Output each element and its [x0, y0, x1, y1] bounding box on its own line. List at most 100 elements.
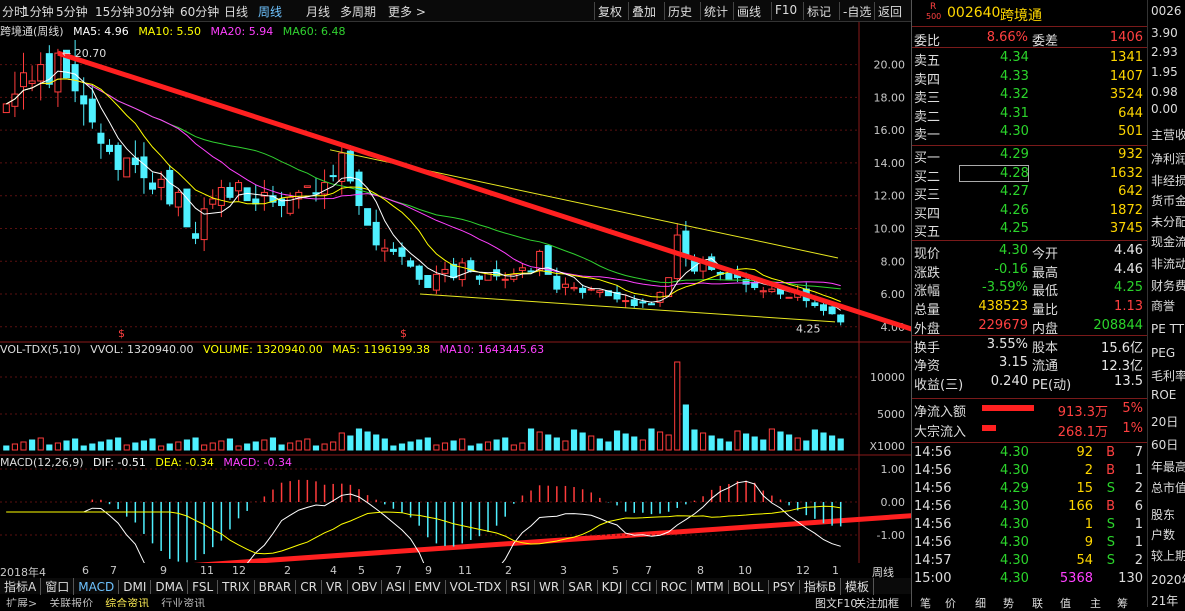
tab-7[interactable]: 周线: [258, 3, 282, 20]
sell-level-row[interactable]: 卖三 4.32 3524: [912, 86, 1148, 106]
bottom-right-tab-7[interactable]: 值: [1060, 595, 1071, 611]
indicator-tab-6[interactable]: TRIX: [218, 580, 255, 594]
bottom-right-tab-6[interactable]: 联: [1032, 595, 1043, 611]
toolbar-tool-3[interactable]: 统计: [704, 3, 728, 20]
sell-level-row[interactable]: 卖二 4.31 644: [912, 105, 1148, 125]
tab-3[interactable]: 15分钟: [95, 3, 134, 20]
indicator-tab-4[interactable]: DMA: [151, 580, 189, 594]
indicator-tab-22[interactable]: PSY: [769, 580, 800, 594]
finance-item: 财务费: [1151, 279, 1185, 293]
indicator-tab-13[interactable]: VOL-TDX: [446, 580, 507, 594]
toolbar-tool-1[interactable]: 叠加: [632, 3, 656, 20]
candle-body: [407, 260, 415, 267]
bottom-right-tab-5[interactable]: 势: [1003, 595, 1014, 611]
toolbar-tool-2[interactable]: 历史: [668, 3, 692, 20]
indicator-tab-0[interactable]: 指标A: [0, 578, 42, 595]
bottom-right-tab-8[interactable]: 主: [1090, 595, 1101, 611]
buy-level-row[interactable]: 买一 4.29 932: [912, 146, 1148, 166]
indicator-tab-18[interactable]: CCI: [627, 580, 657, 594]
indicator-tab-8[interactable]: CR: [296, 580, 322, 594]
volume-bar: [717, 438, 724, 451]
sell-level-row[interactable]: 卖四 4.33 1407: [912, 68, 1148, 88]
tick-price: 4.30: [1000, 553, 1029, 568]
indicator-tab-7[interactable]: BRAR: [255, 580, 297, 594]
tab-5[interactable]: 60分钟: [180, 3, 219, 20]
indicator-tab-16[interactable]: SAR: [564, 580, 598, 594]
buy-level-row[interactable]: 买四 4.26 1872: [912, 202, 1148, 222]
buy-level-row[interactable]: 买二 4.28 1632: [912, 164, 1148, 185]
bottom-right-tab-1[interactable]: 关注加框: [855, 595, 899, 611]
indicator-tab-12[interactable]: EMV: [410, 580, 446, 594]
indicator-tab-15[interactable]: WR: [535, 580, 565, 594]
buy-level-row[interactable]: 买五 4.25 3745: [912, 220, 1148, 240]
time-axis-label: 2: [284, 564, 291, 577]
bottom-right-tab-4[interactable]: 细: [975, 595, 986, 611]
volume-bar: [37, 437, 44, 451]
indicator-tab-1[interactable]: 窗口: [41, 578, 75, 595]
stat-row: 外盘 229679 内盘 208844: [912, 317, 1148, 337]
bottom-right-tab-0[interactable]: 图文F10: [815, 595, 857, 611]
indicator-tab-17[interactable]: KDJ: [598, 580, 628, 594]
volume-bar: [278, 444, 285, 451]
stat-label: 现价: [914, 247, 941, 262]
indicator-tab-3[interactable]: DMI: [119, 580, 152, 594]
toolbar-tool-7[interactable]: -自选: [843, 3, 871, 20]
buy-label: 买二: [914, 169, 941, 185]
indicator-tab-5[interactable]: FSL: [188, 580, 219, 594]
tick-price: 4.30: [1000, 517, 1029, 532]
bottom-right-tab-9[interactable]: 筹: [1117, 595, 1128, 611]
candle-body: [458, 262, 466, 281]
bottom-tab-2[interactable]: 综合资讯: [99, 595, 155, 607]
indicator-tab-21[interactable]: BOLL: [729, 580, 769, 594]
divider: [912, 26, 1148, 27]
bottom-tab-1[interactable]: 关联报价: [43, 595, 99, 607]
tick-side: B: [1106, 445, 1115, 460]
indicator-tab-9[interactable]: VR: [322, 580, 348, 594]
stat-label: 最低: [1032, 284, 1059, 300]
toolbar-tool-4[interactable]: 画线: [737, 3, 761, 20]
kline-chart[interactable]: 20.00 18.00 16.00 14.00 12.00 10.00 8.00 6.00 4.…: [0, 22, 911, 563]
sell-level-row[interactable]: 卖五 4.34 1341: [912, 49, 1148, 69]
buy-level-row[interactable]: 买三 4.27 642: [912, 183, 1148, 203]
tab-4[interactable]: 30分钟: [135, 3, 174, 20]
stock-name: 跨境通: [1000, 8, 1042, 24]
stat-label: 收益(三): [914, 377, 964, 393]
indicator-tab-20[interactable]: MTM: [692, 580, 729, 594]
toolbar-tool-8[interactable]: 返回: [878, 3, 902, 20]
bottom-right-tab-2[interactable]: 笔: [920, 595, 931, 611]
indicator-tab-19[interactable]: ROC: [657, 580, 692, 594]
indicator-tab-14[interactable]: RSI: [507, 580, 536, 594]
bottom-tab-0[interactable]: 扩展>: [0, 595, 43, 607]
buy-price: 4.27: [1000, 184, 1029, 199]
sell-level-row[interactable]: 卖一 4.30 501: [912, 123, 1148, 143]
volume-bar: [235, 445, 242, 451]
tab-1[interactable]: 1分钟: [22, 3, 54, 20]
volume-bar: [218, 440, 225, 451]
indicator-tab-24[interactable]: 模板: [841, 578, 875, 595]
toolbar-tool-6[interactable]: 标记: [807, 3, 831, 20]
stat-label: 今开: [1032, 247, 1059, 262]
toolbar-tool-5[interactable]: F10: [775, 3, 797, 17]
indicator-tab-2[interactable]: MACD: [74, 580, 120, 594]
stat-row: 收益(三) 0.240 PE(动) 13.5: [912, 373, 1148, 393]
bottom-tab-3[interactable]: 行业资讯: [155, 595, 211, 607]
buy-volume: 932: [1118, 147, 1143, 162]
toolbar-tool-0[interactable]: 复权: [598, 3, 622, 20]
tab-8[interactable]: 月线: [306, 3, 330, 20]
volume-bar: [287, 442, 294, 451]
candle-body: [579, 287, 587, 293]
finance-item: 非经损: [1151, 174, 1185, 188]
finance-item: 2020年: [1151, 573, 1185, 587]
indicator-tab-23[interactable]: 指标B: [800, 578, 842, 595]
volume-bar: [72, 438, 79, 451]
bottom-right-tab-3[interactable]: 价: [945, 595, 956, 611]
time-axis-label: 8: [697, 564, 704, 577]
indicator-tab-10[interactable]: OBV: [348, 580, 383, 594]
indicator-tab-11[interactable]: ASI: [382, 580, 411, 594]
tab-2[interactable]: 5分钟: [56, 3, 88, 20]
tab-10[interactable]: 更多 >: [388, 3, 426, 20]
time-axis-label: 10: [738, 564, 752, 577]
volume-bar: [398, 443, 406, 451]
tab-9[interactable]: 多周期: [340, 3, 376, 20]
tab-6[interactable]: 日线: [224, 3, 248, 20]
